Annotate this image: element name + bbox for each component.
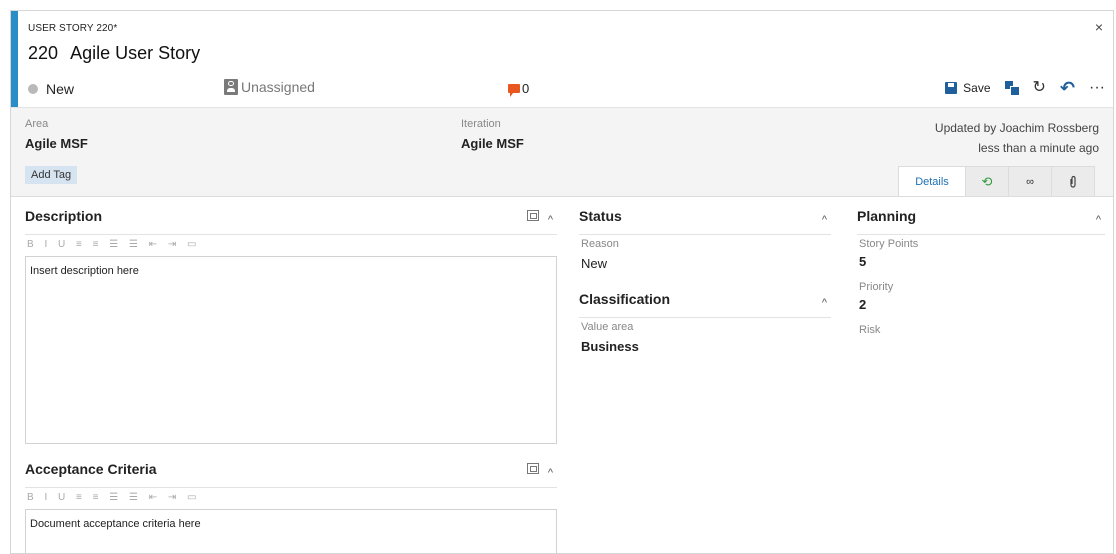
work-item-body: Description ^ B I U ≡ ≡ ☰ ☰ ⇤ ⇥ ▭ Insert… <box>11 196 1113 553</box>
paperclip-icon <box>1070 175 1076 188</box>
updated-by-text: Updated by Joachim Rossberg <box>934 121 1099 135</box>
status-section-header[interactable]: Status ^ <box>579 208 831 235</box>
attachments-icon[interactable] <box>1051 166 1095 196</box>
area-field[interactable]: Area Agile MSF <box>25 118 88 151</box>
value-area-field[interactable]: Value area Business <box>581 321 639 354</box>
story-points-label: Story Points <box>859 238 919 250</box>
assigned-to-field[interactable]: Unassigned <box>224 79 315 95</box>
close-icon[interactable]: × <box>1095 19 1103 35</box>
work-item-title-text[interactable]: Agile User Story <box>70 43 200 63</box>
priority-label: Priority <box>859 281 894 293</box>
acceptance-criteria-section-header[interactable]: Acceptance Criteria ^ <box>25 461 557 488</box>
state-field[interactable]: New <box>28 81 74 97</box>
acceptance-criteria-title: Acceptance Criteria <box>25 461 157 477</box>
story-points-value[interactable]: 5 <box>859 254 918 269</box>
work-item-form: USER STORY 220* × 220 Agile User Story N… <box>10 10 1114 554</box>
tab-details[interactable]: Details <box>898 166 966 196</box>
collapse-chevron-icon[interactable]: ^ <box>548 467 553 479</box>
priority-value[interactable]: 2 <box>859 297 893 312</box>
maximize-icon[interactable] <box>527 210 539 221</box>
description-title: Description <box>25 208 103 224</box>
description-editor-toolbar[interactable]: B I U ≡ ≡ ☰ ☰ ⇤ ⇥ ▭ <box>27 239 200 250</box>
comment-icon <box>508 84 520 97</box>
description-section-header[interactable]: Description ^ <box>25 208 557 235</box>
collapse-chevron-icon[interactable]: ^ <box>822 214 827 226</box>
more-actions-icon[interactable]: ··· <box>1089 80 1105 96</box>
discussion-count: 0 <box>522 81 530 96</box>
iteration-value[interactable]: Agile MSF <box>461 136 524 151</box>
updated-when-text: less than a minute ago <box>978 141 1099 155</box>
collapse-chevron-icon[interactable]: ^ <box>822 297 827 309</box>
priority-field[interactable]: Priority 2 <box>859 281 893 312</box>
assigned-to-value: Unassigned <box>241 79 315 95</box>
links-icon[interactable]: ∞ <box>1008 166 1052 196</box>
value-area-value[interactable]: Business <box>581 339 639 354</box>
last-updated-info: Updated by Joachim Rossberg less than a … <box>935 118 1099 158</box>
work-item-color-bar <box>11 11 18 107</box>
collapse-chevron-icon[interactable]: ^ <box>1096 214 1101 226</box>
add-tag-button[interactable]: Add Tag <box>25 166 78 184</box>
acceptance-criteria-editor-toolbar[interactable]: B I U ≡ ≡ ☰ ☰ ⇤ ⇥ ▭ <box>27 492 200 503</box>
history-icon[interactable]: ⟲ <box>965 166 1009 196</box>
collapse-chevron-icon[interactable]: ^ <box>548 214 553 226</box>
work-item-title[interactable]: 220 Agile User Story <box>28 43 200 64</box>
reason-value[interactable]: New <box>581 256 619 271</box>
classification-title: Classification <box>579 291 671 307</box>
acceptance-criteria-editor[interactable]: Document acceptance criteria here <box>25 509 557 553</box>
story-points-field[interactable]: Story Points 5 <box>859 238 918 269</box>
reason-field[interactable]: Reason New <box>581 238 619 271</box>
iteration-field[interactable]: Iteration Agile MSF <box>461 118 524 151</box>
work-item-meta-bar: Area Agile MSF Iteration Agile MSF Updat… <box>11 107 1113 197</box>
classification-section-header[interactable]: Classification ^ <box>579 291 831 318</box>
state-value: New <box>46 81 75 97</box>
undo-icon[interactable]: ↶ <box>1060 79 1075 97</box>
maximize-icon[interactable] <box>527 463 539 474</box>
copy-icon[interactable] <box>1004 81 1020 96</box>
save-label: Save <box>963 81 991 95</box>
risk-field[interactable]: Risk <box>859 324 880 336</box>
value-area-label: Value area <box>581 321 634 333</box>
risk-label: Risk <box>859 324 881 336</box>
status-title: Status <box>579 208 622 224</box>
work-item-toolbar: Save ↻ ↶ ··· <box>945 79 1105 97</box>
planning-section-header[interactable]: Planning ^ <box>857 208 1105 235</box>
planning-title: Planning <box>857 208 917 224</box>
user-icon <box>224 79 238 95</box>
save-button[interactable]: Save <box>945 81 991 95</box>
work-item-type-label: USER STORY 220* <box>28 23 118 34</box>
discussion-indicator[interactable]: 0 <box>508 81 530 97</box>
save-icon <box>945 82 958 94</box>
state-dot-icon <box>28 84 38 94</box>
area-value[interactable]: Agile MSF <box>25 136 88 151</box>
form-tabs: Details ⟲ ∞ <box>898 166 1095 196</box>
refresh-icon[interactable]: ↻ <box>1033 80 1046 96</box>
iteration-label: Iteration <box>461 118 501 130</box>
reason-label: Reason <box>581 238 619 250</box>
work-item-id: 220 <box>28 43 59 63</box>
description-editor[interactable]: Insert description here <box>25 256 557 444</box>
work-item-header: USER STORY 220* × 220 Agile User Story N… <box>18 11 1113 107</box>
area-label: Area <box>25 118 49 130</box>
